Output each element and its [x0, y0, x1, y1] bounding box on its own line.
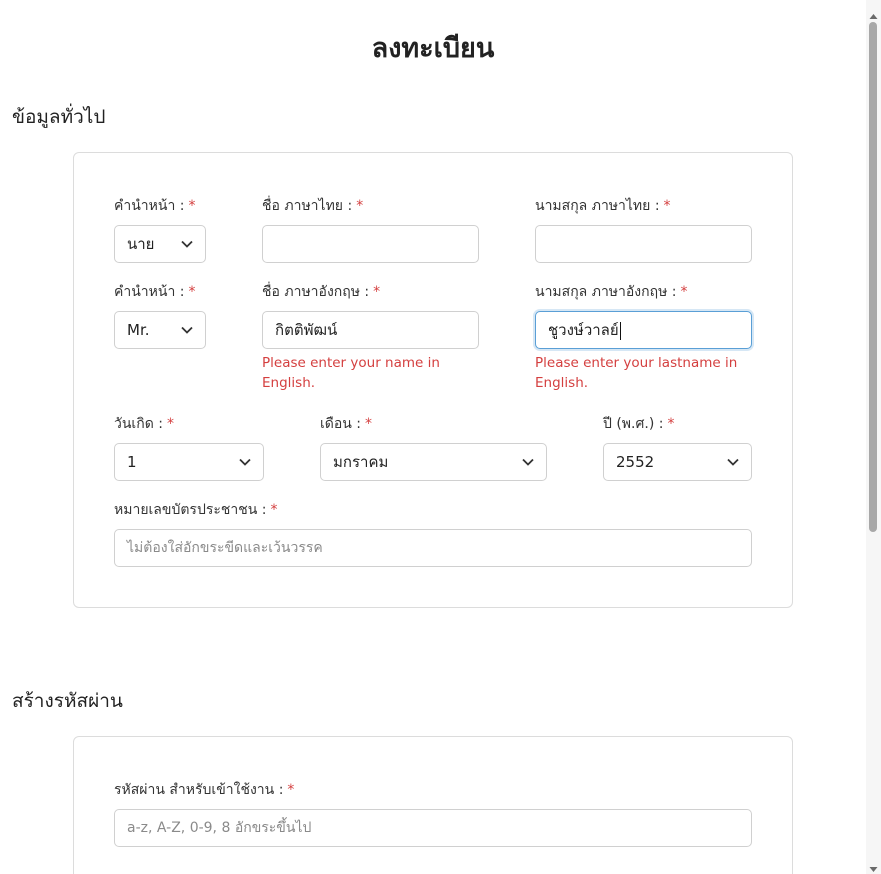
general-info-card: คำนำหน้า : * นาย ชื่อ ภาษาไทย : * นามสกุล …: [73, 152, 793, 608]
firstname-th-input[interactable]: [262, 225, 479, 263]
id-card-input[interactable]: ไม่ต้องใส่อักขระขีดและเว้นวรรค: [114, 529, 752, 567]
firstname-en-input[interactable]: กิตติพัฒน์: [262, 311, 479, 349]
text-cursor: [619, 321, 621, 340]
required-mark: *: [270, 502, 278, 518]
scroll-up-arrow-icon[interactable]: [869, 6, 878, 19]
required-mark: *: [680, 284, 688, 300]
prefix-en-select[interactable]: Mr.: [114, 311, 206, 349]
password-card: รหัสผ่าน สำหรับเข้าใช้งาน : * a-z, A-Z, 0…: [73, 736, 793, 874]
vertical-scrollbar[interactable]: [866, 0, 881, 874]
lastname-th-input[interactable]: [535, 225, 752, 263]
prefix-th-label-text: คำนำหน้า :: [114, 198, 185, 214]
section-title-password: สร้างรหัสผ่าน: [12, 690, 123, 712]
required-mark: *: [166, 416, 174, 432]
firstname-th-label-text: ชื่อ ภาษาไทย :: [262, 198, 353, 214]
lastname-en-error: Please enter your lastname in English.: [535, 355, 738, 391]
prefix-en-label: คำนำหน้า : *: [114, 281, 196, 303]
required-mark: *: [365, 416, 373, 432]
id-card-placeholder: ไม่ต้องใส่อักขระขีดและเว้นวรรค: [127, 540, 323, 556]
scrollbar-thumb[interactable]: [869, 22, 877, 532]
lastname-en-value: ชูวงษ์วาลย์: [548, 321, 619, 339]
chevron-down-icon: [181, 238, 193, 250]
required-mark: *: [287, 782, 295, 798]
prefix-en-value: Mr.: [127, 321, 150, 339]
lastname-th-label-text: นามสกุล ภาษาไทย :: [535, 198, 660, 214]
password-placeholder: a-z, A-Z, 0-9, 8 อักขระขึ้นไป: [127, 820, 312, 836]
id-card-label: หมายเลขบัตรประชาชน : *: [114, 499, 277, 521]
firstname-en-label-text: ชื่อ ภาษาอังกฤษ :: [262, 284, 370, 300]
birth-year-value: 2552: [616, 453, 655, 471]
birth-year-select[interactable]: 2552: [603, 443, 752, 481]
birth-month-value: มกราคม: [333, 453, 389, 471]
birth-month-label-text: เดือน :: [320, 416, 362, 432]
birth-year-label: ปี (พ.ศ.) : *: [603, 413, 674, 435]
prefix-th-select[interactable]: นาย: [114, 225, 206, 263]
firstname-en-label: ชื่อ ภาษาอังกฤษ : *: [262, 281, 380, 303]
firstname-en-error: Please enter your name in English.: [262, 355, 440, 391]
required-mark: *: [188, 198, 196, 214]
birth-month-label: เดือน : *: [320, 413, 372, 435]
lastname-en-label-text: นามสกุล ภาษาอังกฤษ :: [535, 284, 677, 300]
birth-day-select[interactable]: 1: [114, 443, 264, 481]
birth-year-label-text: ปี (พ.ศ.) :: [603, 416, 664, 432]
id-card-label-text: หมายเลขบัตรประชาชน :: [114, 502, 267, 518]
firstname-en-value: กิตติพัฒน์: [275, 321, 338, 339]
section-title-general: ข้อมูลทั่วไป: [12, 106, 106, 128]
chevron-down-icon: [181, 324, 193, 336]
birth-day-label-text: วันเกิด :: [114, 416, 163, 432]
chevron-down-icon: [522, 456, 534, 468]
prefix-en-label-text: คำนำหน้า :: [114, 284, 185, 300]
password-label: รหัสผ่าน สำหรับเข้าใช้งาน : *: [114, 779, 294, 801]
password-label-text: รหัสผ่าน สำหรับเข้าใช้งาน :: [114, 782, 284, 798]
required-mark: *: [373, 284, 381, 300]
lastname-th-label: นามสกุล ภาษาไทย : *: [535, 195, 671, 217]
required-mark: *: [188, 284, 196, 300]
chevron-down-icon: [727, 456, 739, 468]
scroll-down-arrow-icon[interactable]: [869, 859, 878, 872]
prefix-th-value: นาย: [127, 235, 155, 253]
page-title: ลงทะเบียน: [371, 33, 495, 64]
lastname-en-label: นามสกุล ภาษาอังกฤษ : *: [535, 281, 687, 303]
required-mark: *: [663, 198, 671, 214]
chevron-down-icon: [239, 456, 251, 468]
prefix-th-label: คำนำหน้า : *: [114, 195, 196, 217]
birth-day-value: 1: [127, 453, 137, 471]
lastname-en-input[interactable]: ชูวงษ์วาลย์: [535, 311, 752, 349]
required-mark: *: [356, 198, 364, 214]
firstname-th-label: ชื่อ ภาษาไทย : *: [262, 195, 363, 217]
birth-day-label: วันเกิด : *: [114, 413, 174, 435]
password-input[interactable]: a-z, A-Z, 0-9, 8 อักขระขึ้นไป: [114, 809, 752, 847]
birth-month-select[interactable]: มกราคม: [320, 443, 547, 481]
required-mark: *: [667, 416, 675, 432]
